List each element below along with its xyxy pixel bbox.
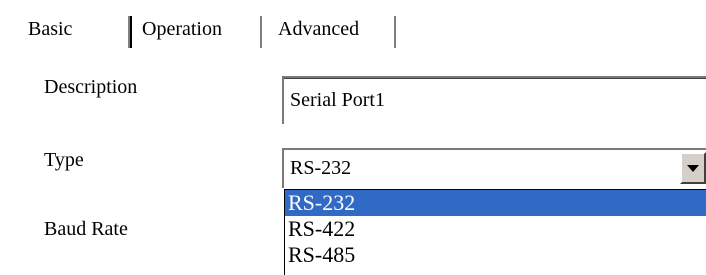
chevron-down-icon[interactable] [680,152,706,184]
description-value: Serial Port1 [290,89,385,111]
description-field[interactable]: Serial Port1 [282,76,706,124]
tab-basic[interactable]: Basic [14,10,130,48]
tab-operation[interactable]: Operation [130,12,262,48]
tab-strip-border [128,48,706,49]
type-select[interactable]: RS-232 [282,148,706,188]
serial-port-properties-dialog: Basic Operation Advanced Description Ser… [0,0,706,275]
type-selected-value: RS-232 [290,157,352,179]
type-option-rs232[interactable]: RS-232 [285,190,706,216]
type-dropdown-list: RS-232 RS-422 RS-485 [284,189,706,275]
tab-advanced[interactable]: Advanced [264,12,396,48]
type-option-rs485[interactable]: RS-485 [285,242,706,268]
description-label: Description [44,76,138,98]
type-label: Type [44,149,84,171]
type-option-rs422[interactable]: RS-422 [285,216,706,242]
baud-rate-label: Baud Rate [44,218,128,240]
